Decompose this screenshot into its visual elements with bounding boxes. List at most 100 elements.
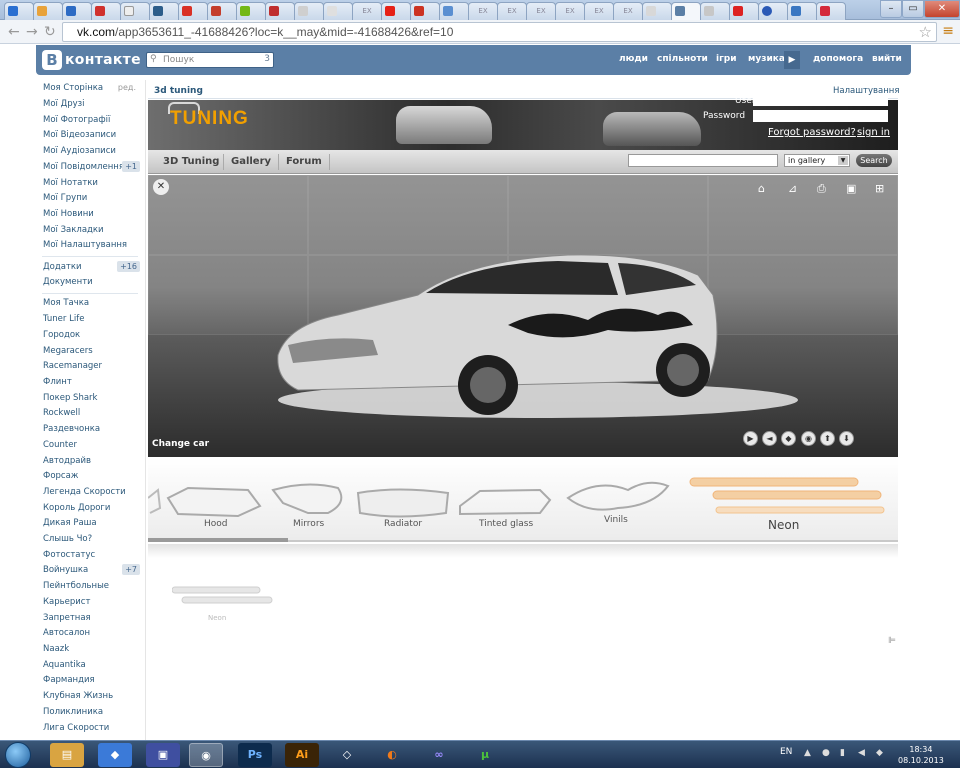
- tray-app-icon[interactable]: ●: [822, 748, 832, 758]
- password-input[interactable]: [753, 110, 888, 122]
- browser-tab[interactable]: [33, 2, 63, 20]
- nav-games[interactable]: ігри: [716, 54, 737, 64]
- browser-tab[interactable]: [120, 2, 150, 20]
- browser-tab[interactable]: [323, 2, 353, 20]
- settings-tools-icon[interactable]: ✕: [153, 179, 169, 195]
- sidebar-game[interactable]: Aquantika: [43, 660, 86, 670]
- sidebar-game[interactable]: Лига Скорости: [43, 723, 109, 733]
- sidebar-item[interactable]: Мої Відеозаписи: [43, 130, 116, 140]
- browser-tab[interactable]: EX: [468, 2, 498, 20]
- vk-search-input[interactable]: ⚲ Пошук 3: [146, 52, 274, 68]
- upload-control[interactable]: ⬆: [820, 431, 835, 446]
- sidebar-game[interactable]: Форсаж: [43, 471, 78, 481]
- music-play-icon[interactable]: ▶: [784, 51, 800, 69]
- utorrent-icon[interactable]: µ: [468, 743, 502, 767]
- browser-tab-active[interactable]: [671, 2, 701, 20]
- nav-gallery[interactable]: Gallery: [231, 156, 271, 167]
- browser-tab[interactable]: [294, 2, 324, 20]
- carousel-scroll-indicator[interactable]: [148, 538, 288, 542]
- illustrator-icon[interactable]: Ai: [285, 743, 319, 767]
- nav-music[interactable]: музика: [748, 54, 785, 64]
- forgot-password-link[interactable]: Forgot password?: [768, 127, 856, 138]
- infinity-app-icon[interactable]: ∞: [422, 743, 456, 767]
- browser-tab[interactable]: [265, 2, 295, 20]
- sidebar-game[interactable]: Фармандия: [43, 675, 95, 685]
- sidebar-game[interactable]: Моя Тачка: [43, 298, 89, 308]
- neon-thumbnail[interactable]: [172, 585, 277, 611]
- browser-tab[interactable]: [178, 2, 208, 20]
- browser-menu-icon[interactable]: ≡: [942, 23, 954, 39]
- browser-tab[interactable]: [816, 2, 846, 20]
- browser-tab[interactable]: [91, 2, 121, 20]
- browser-tab[interactable]: [700, 2, 730, 20]
- download-control[interactable]: ⬇: [839, 431, 854, 446]
- sidebar-item[interactable]: Мої Повідомлення: [43, 162, 124, 172]
- browser-tab[interactable]: [236, 2, 266, 20]
- sidebar-game[interactable]: Войнушка: [43, 565, 88, 575]
- part-radiator[interactable]: Radiator: [384, 519, 422, 529]
- browser-tab[interactable]: [381, 2, 411, 20]
- dropbox-tray-icon[interactable]: ◆: [876, 748, 886, 758]
- app-settings-link[interactable]: Налаштування: [833, 86, 899, 96]
- browser-tab[interactable]: [62, 2, 92, 20]
- sidebar-game[interactable]: Megaracers: [43, 346, 93, 356]
- sidebar-game[interactable]: Автодрайв: [43, 456, 91, 466]
- car-3d-viewer[interactable]: ✕ ⌂ ⊿ ⎙ ▣ ⊞ Change car ▶ ◄ ◆ ◉ ⬆ ⬇: [148, 175, 898, 457]
- reload-icon[interactable]: ↻: [44, 23, 56, 41]
- sidebar-item[interactable]: Документи: [43, 277, 93, 287]
- sidebar-item[interactable]: Мої Налаштування: [43, 240, 127, 250]
- chrome-icon[interactable]: ◉: [189, 743, 223, 767]
- sidebar-game[interactable]: Флинт: [43, 377, 72, 387]
- sidebar-game[interactable]: Racemanager: [43, 361, 102, 371]
- sidebar-game[interactable]: Раздевчонка: [43, 424, 100, 434]
- sidebar-game[interactable]: Клубная Жизнь: [43, 691, 113, 701]
- sidebar-game[interactable]: Городок: [43, 330, 80, 340]
- close-window-button[interactable]: ✕: [924, 0, 960, 18]
- browser-tab[interactable]: [4, 2, 34, 20]
- minimize-button[interactable]: –: [880, 0, 902, 18]
- nav-people[interactable]: люди: [619, 54, 648, 64]
- play-control[interactable]: ▶: [743, 431, 758, 446]
- unity-icon[interactable]: ◇: [330, 743, 364, 767]
- address-bar[interactable]: vk.com/app3653611_-41688426?loc=k__may&m…: [62, 22, 937, 42]
- camera-icon[interactable]: ▣: [846, 182, 856, 195]
- language-indicator[interactable]: EN: [780, 747, 792, 757]
- sidebar-item[interactable]: Моя Сторінка: [43, 83, 103, 93]
- bookmark-star-icon[interactable]: ☆: [919, 23, 932, 41]
- part-neon[interactable]: Neon: [768, 518, 799, 532]
- sidebar-game[interactable]: Запретная: [43, 613, 91, 623]
- maximize-button[interactable]: ▭: [902, 0, 924, 18]
- tray-arrow-icon[interactable]: ▲: [804, 748, 814, 758]
- change-car-link[interactable]: Change car: [152, 439, 209, 449]
- gallery-search-input[interactable]: [628, 154, 778, 167]
- print-icon[interactable]: ⎙: [817, 182, 826, 196]
- sidebar-item[interactable]: Мої Групи: [43, 193, 87, 203]
- sidebar-game[interactable]: Фотостатус: [43, 550, 95, 560]
- forward-arrow-icon[interactable]: →: [26, 23, 38, 41]
- browser-tab[interactable]: [149, 2, 179, 20]
- user-input[interactable]: [753, 96, 888, 106]
- sidebar-game[interactable]: Поликлиника: [43, 707, 103, 717]
- browser-tab[interactable]: [439, 2, 469, 20]
- nav-logout[interactable]: вийти: [872, 54, 902, 64]
- volume-icon[interactable]: ◀: [858, 748, 868, 758]
- ruler-icon[interactable]: ⊿: [788, 182, 797, 195]
- sidebar-item[interactable]: Додатки: [43, 262, 82, 272]
- browser-tab[interactable]: EX: [526, 2, 556, 20]
- nav-help[interactable]: допомога: [813, 54, 863, 64]
- vk-logo[interactable]: В контакте: [42, 50, 141, 70]
- snapshot-control[interactable]: ◉: [801, 431, 816, 446]
- back-arrow-icon[interactable]: ←: [8, 23, 20, 41]
- sidebar-item[interactable]: Мої Новини: [43, 209, 94, 219]
- blender-icon[interactable]: ◐: [375, 743, 409, 767]
- save-icon[interactable]: ▣: [146, 743, 180, 767]
- part-tinted-glass[interactable]: Tinted glass: [479, 519, 533, 529]
- sidebar-item[interactable]: Мої Друзі: [43, 99, 85, 109]
- browser-tab[interactable]: [758, 2, 788, 20]
- explorer-icon[interactable]: ▤: [50, 743, 84, 767]
- part-mirrors[interactable]: Mirrors: [293, 519, 324, 529]
- photoshop-icon[interactable]: Ps: [238, 743, 272, 767]
- sidebar-game[interactable]: Карьерист: [43, 597, 90, 607]
- sidebar-edit-link[interactable]: ред.: [118, 83, 136, 92]
- sidebar-game[interactable]: Легенда Скорости: [43, 487, 126, 497]
